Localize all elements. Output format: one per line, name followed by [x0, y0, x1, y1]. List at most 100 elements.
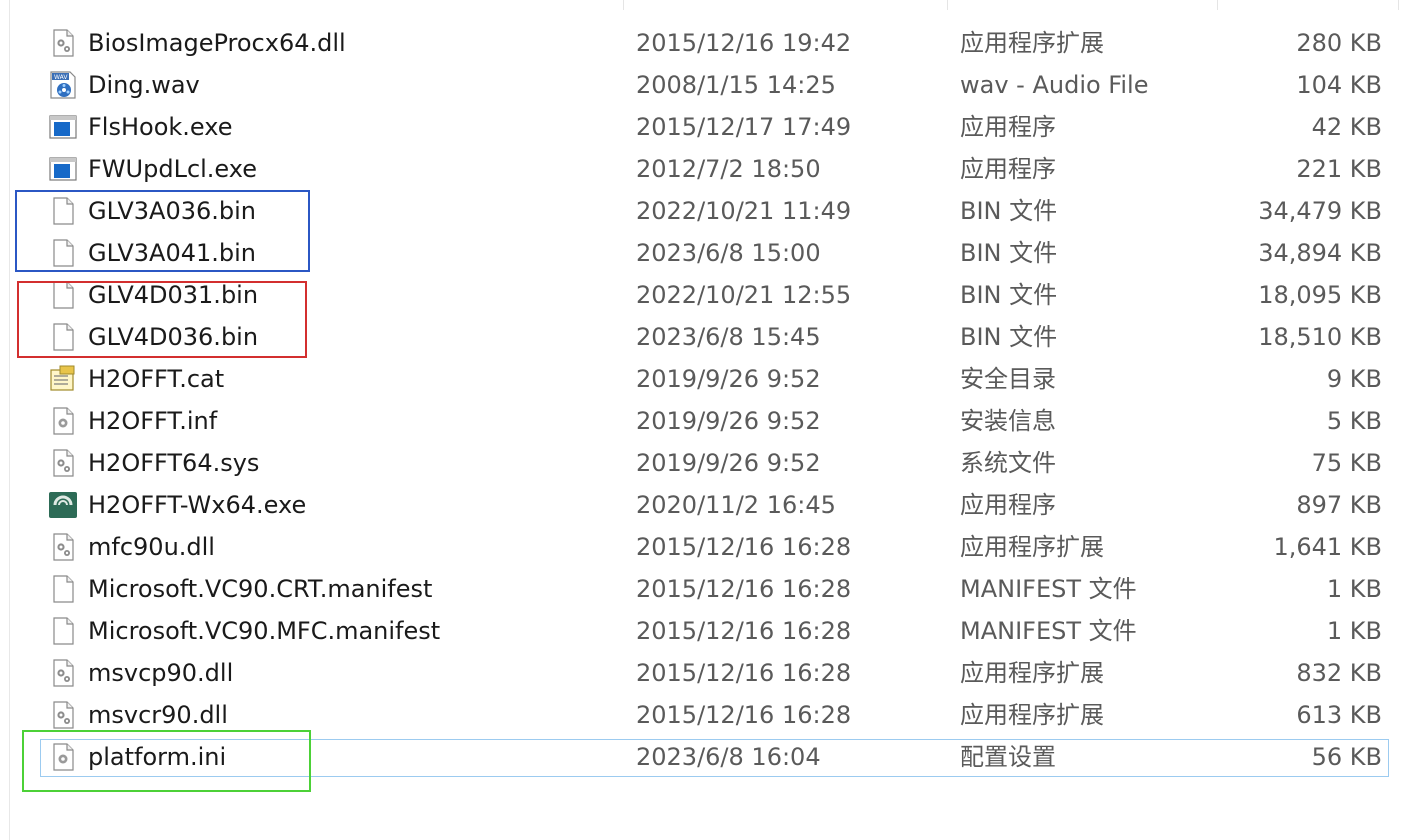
- file-row[interactable]: GLV3A036.bin 2022/10/21 11:49 BIN 文件 34,479…: [0, 190, 1416, 232]
- file-size: 1,641 KB: [1273, 533, 1382, 561]
- dll-gear-icon: [48, 448, 78, 478]
- dll-gear-icon: [48, 28, 78, 58]
- file-name: GLV3A041.bin: [88, 239, 256, 267]
- file-date-modified: 2022/10/21 11:49: [636, 197, 852, 225]
- file-row[interactable]: platform.ini 2023/6/8 16:04 配置设置 56 KB: [0, 736, 1416, 778]
- column-separator[interactable]: [623, 0, 624, 10]
- file-type: BIN 文件: [960, 197, 1058, 225]
- blank-file-icon: [48, 196, 78, 226]
- file-name: FWUpdLcl.exe: [88, 155, 258, 183]
- dll-gear-icon: [48, 532, 78, 562]
- file-date-modified: 2023/6/8 15:00: [636, 239, 821, 267]
- file-type: 配置设置: [960, 743, 1056, 771]
- file-row[interactable]: H2OFFT-Wx64.exe 2020/11/2 16:45 应用程序 897 KB: [0, 484, 1416, 526]
- file-type: BIN 文件: [960, 323, 1058, 351]
- file-type: MANIFEST 文件: [960, 575, 1137, 603]
- insyde-app-icon: [48, 490, 78, 520]
- file-type: 应用程序扩展: [960, 533, 1104, 561]
- file-date-modified: 2019/9/26 9:52: [636, 449, 821, 477]
- file-type: 应用程序扩展: [960, 659, 1104, 687]
- file-row[interactable]: BiosImageProcx64.dll 2015/12/16 19:42 应用程序…: [0, 22, 1416, 64]
- file-size: 1 KB: [1326, 575, 1382, 603]
- file-size: 104 KB: [1296, 71, 1382, 99]
- file-name: FlsHook.exe: [88, 113, 233, 141]
- file-size: 1 KB: [1326, 617, 1382, 645]
- file-name: H2OFFT64.sys: [88, 449, 260, 477]
- file-size: 9 KB: [1326, 365, 1382, 393]
- file-size: 18,095 KB: [1258, 281, 1382, 309]
- file-row[interactable]: GLV3A041.bin 2023/6/8 15:00 BIN 文件 34,894 K…: [0, 232, 1416, 274]
- file-date-modified: 2015/12/16 16:28: [636, 575, 852, 603]
- file-name: mfc90u.dll: [88, 533, 215, 561]
- file-name: msvcr90.dll: [88, 701, 228, 729]
- file-size: 5 KB: [1326, 407, 1382, 435]
- file-date-modified: 2015/12/17 17:49: [636, 113, 852, 141]
- file-row[interactable]: GLV4D031.bin 2022/10/21 12:55 BIN 文件 18,095…: [0, 274, 1416, 316]
- file-date-modified: 2019/9/26 9:52: [636, 365, 821, 393]
- file-row[interactable]: H2OFFT64.sys 2019/9/26 9:52 系统文件 75 KB: [0, 442, 1416, 484]
- column-separator[interactable]: [1217, 0, 1218, 10]
- file-size: 613 KB: [1296, 701, 1382, 729]
- file-size: 280 KB: [1296, 29, 1382, 57]
- file-date-modified: 2015/12/16 16:28: [636, 617, 852, 645]
- settings-file-icon: [48, 742, 78, 772]
- file-size: 34,479 KB: [1258, 197, 1382, 225]
- security-catalog-icon: [48, 364, 78, 394]
- column-separator[interactable]: [947, 0, 948, 10]
- file-name: GLV4D036.bin: [88, 323, 259, 351]
- file-type: wav - Audio File: [960, 71, 1149, 99]
- file-row[interactable]: FWUpdLcl.exe 2012/7/2 18:50 应用程序 221 KB: [0, 148, 1416, 190]
- file-date-modified: 2015/12/16 16:28: [636, 701, 852, 729]
- file-list: BiosImageProcx64.dll 2015/12/16 19:42 应用程序…: [0, 22, 1416, 778]
- file-row[interactable]: Microsoft.VC90.CRT.manifest 2015/12/16 16…: [0, 568, 1416, 610]
- file-date-modified: 2015/12/16 16:28: [636, 533, 852, 561]
- file-row[interactable]: Microsoft.VC90.MFC.manifest 2015/12/16 16…: [0, 610, 1416, 652]
- blank-file-icon: [48, 616, 78, 646]
- file-name: GLV4D031.bin: [88, 281, 259, 309]
- file-name: Microsoft.VC90.MFC.manifest: [88, 617, 441, 645]
- file-row[interactable]: msvcr90.dll 2015/12/16 16:28 应用程序扩展 613 KB: [0, 694, 1416, 736]
- file-date-modified: 2015/12/16 16:28: [636, 659, 852, 687]
- file-name: platform.ini: [88, 743, 227, 771]
- blank-file-icon: [48, 574, 78, 604]
- file-row[interactable]: WAV Ding.wav 2008/1/15 14:25 wav - Audio Fi…: [0, 64, 1416, 106]
- file-size: 34,894 KB: [1258, 239, 1382, 267]
- exe-window-icon: [48, 112, 78, 142]
- file-type: 应用程序: [960, 113, 1056, 141]
- file-date-modified: 2020/11/2 16:45: [636, 491, 836, 519]
- file-row[interactable]: H2OFFT.cat 2019/9/26 9:52 安全目录 9 KB: [0, 358, 1416, 400]
- file-size: 42 KB: [1311, 113, 1382, 141]
- file-date-modified: 2023/6/8 16:04: [636, 743, 821, 771]
- file-date-modified: 2022/10/21 12:55: [636, 281, 852, 309]
- file-row[interactable]: GLV4D036.bin 2023/6/8 15:45 BIN 文件 18,510 K…: [0, 316, 1416, 358]
- file-type: BIN 文件: [960, 239, 1058, 267]
- file-row[interactable]: FlsHook.exe 2015/12/17 17:49 应用程序 42 KB: [0, 106, 1416, 148]
- file-name: H2OFFT.cat: [88, 365, 225, 393]
- column-separator[interactable]: [1398, 0, 1399, 10]
- settings-file-icon: [48, 406, 78, 436]
- file-row[interactable]: H2OFFT.inf 2019/9/26 9:52 安装信息 5 KB: [0, 400, 1416, 442]
- wav-audio-icon: WAV: [48, 70, 78, 100]
- file-name: Microsoft.VC90.CRT.manifest: [88, 575, 433, 603]
- file-type: 应用程序: [960, 491, 1056, 519]
- file-date-modified: 2012/7/2 18:50: [636, 155, 821, 183]
- file-size: 221 KB: [1296, 155, 1382, 183]
- exe-window-icon: [48, 154, 78, 184]
- blank-file-icon: [48, 322, 78, 352]
- file-name: msvcp90.dll: [88, 659, 234, 687]
- file-name: Ding.wav: [88, 71, 200, 99]
- file-row[interactable]: msvcp90.dll 2015/12/16 16:28 应用程序扩展 832 KB: [0, 652, 1416, 694]
- file-type: BIN 文件: [960, 281, 1058, 309]
- dll-gear-icon: [48, 700, 78, 730]
- file-type: 系统文件: [960, 449, 1056, 477]
- file-date-modified: 2023/6/8 15:45: [636, 323, 821, 351]
- file-date-modified: 2019/9/26 9:52: [636, 407, 821, 435]
- file-type: 应用程序扩展: [960, 29, 1104, 57]
- file-date-modified: 2008/1/15 14:25: [636, 71, 836, 99]
- file-size: 56 KB: [1311, 743, 1382, 771]
- dll-gear-icon: [48, 658, 78, 688]
- file-name: H2OFFT-Wx64.exe: [88, 491, 307, 519]
- blank-file-icon: [48, 238, 78, 268]
- file-date-modified: 2015/12/16 19:42: [636, 29, 852, 57]
- file-row[interactable]: mfc90u.dll 2015/12/16 16:28 应用程序扩展 1,641 KB: [0, 526, 1416, 568]
